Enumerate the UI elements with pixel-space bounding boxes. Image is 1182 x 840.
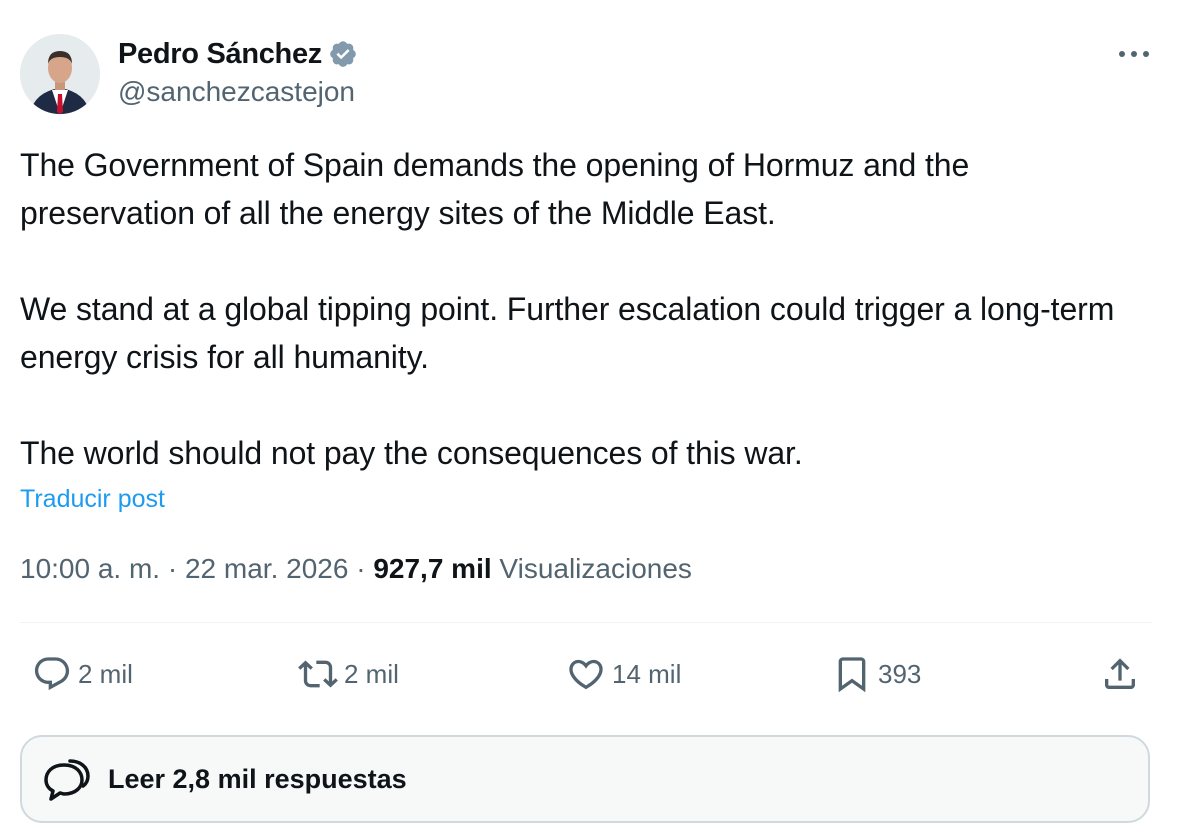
- tweet-time[interactable]: 10:00 a. m.: [20, 553, 160, 584]
- more-options-button[interactable]: [1114, 40, 1154, 68]
- replies-bubbles-icon: [44, 759, 90, 801]
- avatar[interactable]: [20, 34, 100, 114]
- bookmark-button[interactable]: 393: [832, 648, 921, 700]
- author-name-row: Pedro Sánchez: [118, 34, 358, 74]
- author-name[interactable]: Pedro Sánchez: [118, 38, 322, 71]
- divider: [20, 622, 1152, 623]
- like-icon: [569, 659, 603, 690]
- author-handle[interactable]: @sanchezcastejon: [118, 76, 355, 108]
- views-label: Visualizaciones: [499, 553, 692, 584]
- tweet-meta: 10:00 a. m. · 22 mar. 2026 · 927,7 mil V…: [20, 553, 692, 585]
- share-icon: [1105, 658, 1135, 689]
- read-replies-label: Leer 2,8 mil respuestas: [108, 763, 407, 794]
- translate-post-link[interactable]: Traducir post: [20, 485, 165, 514]
- action-bar: 2 mil 2 mil 14 mil 393: [0, 648, 1182, 700]
- reply-button[interactable]: 2 mil: [32, 648, 133, 700]
- views-count: 927,7 mil: [373, 553, 492, 584]
- tweet-text: The Government of Spain demands the open…: [20, 147, 1115, 471]
- bookmark-icon: [838, 657, 866, 693]
- more-dots-icon: [1119, 51, 1149, 57]
- like-count: 14 mil: [612, 658, 682, 689]
- tweet-date[interactable]: 22 mar. 2026: [185, 553, 348, 584]
- share-button[interactable]: [1100, 648, 1140, 700]
- repost-icon: [298, 660, 338, 688]
- reply-icon: [34, 657, 70, 691]
- meta-separator: ·: [356, 553, 366, 584]
- repost-button[interactable]: 2 mil: [298, 648, 399, 700]
- avatar-image: [20, 34, 100, 114]
- read-replies-button[interactable]: Leer 2,8 mil respuestas: [20, 735, 1150, 823]
- meta-separator: ·: [167, 553, 178, 584]
- repost-count: 2 mil: [344, 658, 399, 689]
- verified-badge-icon[interactable]: [328, 39, 358, 69]
- bookmark-count: 393: [878, 658, 922, 689]
- like-button[interactable]: 14 mil: [566, 648, 681, 700]
- reply-count: 2 mil: [78, 658, 133, 689]
